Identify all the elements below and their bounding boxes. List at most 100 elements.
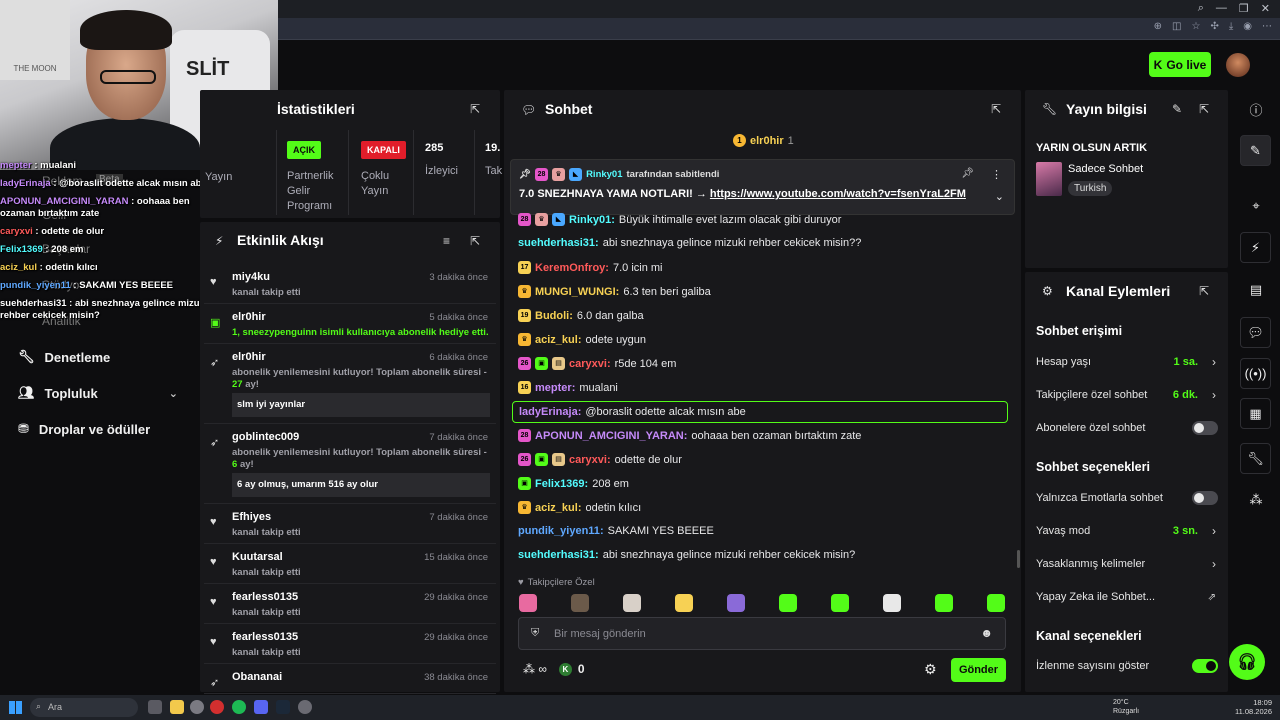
search-icon[interactable]: ⌕ xyxy=(1198,2,1204,15)
chat-username[interactable]: mepter: xyxy=(535,382,575,394)
chat-message[interactable]: suehderhasi31: abi snezhnaya gelince mizu… xyxy=(518,549,855,561)
weather-widget[interactable]: 20°C Rüzgarlı xyxy=(1113,698,1139,716)
pinned-message[interactable]: 📌︎ 28 ♛ ◣ Rinky01 tarafından sabitlendi … xyxy=(510,159,1015,215)
lightning-icon[interactable]: ⚡︎ xyxy=(1240,232,1271,263)
activity-row[interactable]: ♥ miy4ku 3 dakika önce kanalı takip etti xyxy=(204,264,496,304)
gear-icon[interactable]: ⚙ xyxy=(924,661,937,678)
chat-message[interactable]: 26 ▣ ▤ caryxvi: odette de olur xyxy=(518,453,682,466)
obs-icon[interactable] xyxy=(298,700,312,714)
chat-message[interactable]: suehderhasi31: abi snezhnaya gelince mizu… xyxy=(518,237,861,249)
chat-message[interactable]: 28 ♛ ◣ Rinky01: Büyük ihtimalle evet lazım o… xyxy=(518,213,841,226)
opera-icon[interactable] xyxy=(210,700,224,714)
show-views-row[interactable]: İzlenme sayısını göster xyxy=(1036,659,1218,673)
activity-row[interactable]: ♥ fearless0135 29 dakika önce kanalı takip … xyxy=(204,584,496,624)
chat-input-box[interactable]: ⛨ Bir mesaj gönderin ☻ xyxy=(518,617,1006,650)
chat-username[interactable]: caryxvi: xyxy=(569,454,611,466)
emotes-only-toggle[interactable] xyxy=(1192,491,1218,505)
send-button[interactable]: Gönder xyxy=(951,658,1006,682)
chat-message[interactable]: ♛ aciz_kul: odetin kılıcı xyxy=(518,501,641,514)
activity-row[interactable]: ➶ Obananai 38 dakika önce xyxy=(204,664,496,694)
activity-row[interactable]: ▣ elr0hir 5 dakika önce 1, sneezypenguinn i… xyxy=(204,304,496,344)
user-avatar[interactable] xyxy=(1226,53,1250,77)
chat-username[interactable]: ladyErinaja: xyxy=(519,406,581,418)
chat-message[interactable]: ladyErinaja: @boraslit odette alcak mısın… xyxy=(512,401,1008,423)
category-thumbnail[interactable] xyxy=(1036,162,1062,196)
subscribers-only-toggle[interactable] xyxy=(1192,421,1218,435)
followers-only-row[interactable]: Takipçilere özel sohbet 6 dk. › xyxy=(1036,388,1218,402)
document-icon[interactable]: ▤ xyxy=(1246,280,1266,300)
unpin-icon[interactable]: 📌︎ xyxy=(961,168,974,179)
chat-message[interactable]: 19 Budoli: 6.0 dan galba xyxy=(518,309,644,322)
wrench-icon[interactable]: 🔧︎ xyxy=(1240,443,1271,474)
discord-icon[interactable] xyxy=(254,700,268,714)
emoji-icon[interactable]: ☻ xyxy=(980,626,993,640)
layout-icon[interactable]: ▦ xyxy=(1240,398,1271,429)
activity-username[interactable]: Efhiyes xyxy=(232,511,271,523)
sidebar-item-community[interactable]: 👥︎ Topluluk ⌄ xyxy=(18,385,178,401)
close-button[interactable]: ✕ xyxy=(1261,2,1270,15)
activity-username[interactable]: goblintec009 xyxy=(232,431,299,443)
chat-message[interactable]: 16 mepter: mualani xyxy=(518,381,618,394)
filter-icon[interactable]: ≡ xyxy=(443,234,455,248)
chat-message[interactable]: ♛ aciz_kul: odete uygun xyxy=(518,333,646,346)
activity-username[interactable]: miy4ku xyxy=(232,271,270,283)
sidebar-item-moderation[interactable]: 🔧︎ Denetleme xyxy=(18,349,178,365)
chat-username[interactable]: APONUN_AMCIGINI_YARAN: xyxy=(535,430,687,442)
zoom-icon[interactable]: ⊕ xyxy=(1154,21,1162,32)
chat-username[interactable]: KeremOnfroy: xyxy=(535,262,609,274)
apps-icon[interactable]: ⁂ xyxy=(1246,490,1266,510)
star-icon[interactable]: ☆ xyxy=(1191,21,1200,32)
activity-username[interactable]: Obananai xyxy=(232,671,282,683)
chat-username[interactable]: pundik_yiyen11: xyxy=(518,525,604,537)
category-name[interactable]: Sadece Sohbet xyxy=(1068,163,1143,175)
popout-icon[interactable]: ⇱ xyxy=(1199,284,1211,298)
file-explorer-icon[interactable] xyxy=(170,700,184,714)
broadcast-icon[interactable]: ((•)) xyxy=(1240,358,1271,389)
chat-username[interactable]: aciz_kul: xyxy=(535,334,581,346)
spotify-icon[interactable] xyxy=(232,700,246,714)
popout-icon[interactable]: ⇱ xyxy=(1199,102,1211,116)
points-display[interactable]: K 0 xyxy=(558,662,585,676)
emote-button[interactable] xyxy=(935,594,953,612)
edit-icon[interactable]: ✎ xyxy=(1172,102,1184,116)
emote-button[interactable] xyxy=(727,594,745,612)
chat-message[interactable]: 28 APONUN_AMCIGINI_YARAN: oohaaa ben ozama… xyxy=(518,429,861,442)
chat-username[interactable]: Felix1369: xyxy=(535,478,588,490)
activity-username[interactable]: elr0hir xyxy=(232,351,266,363)
subscribers-only-row[interactable]: Abonelere özel sohbet xyxy=(1036,421,1218,435)
emote-button[interactable] xyxy=(623,594,641,612)
banned-words-row[interactable]: Yasaklanmış kelimeler › xyxy=(1036,557,1218,571)
chat-username[interactable]: aciz_kul: xyxy=(535,502,581,514)
chat-message[interactable]: ♛ MUNGI_WUNGI: 6.3 ten beri galiba xyxy=(518,285,711,298)
chat-bubble-icon[interactable]: 💬︎ xyxy=(1240,317,1271,348)
crosshair-icon[interactable]: ⌖ xyxy=(1246,196,1266,216)
puzzle-icon[interactable]: ✣ xyxy=(1210,21,1218,32)
emote-button[interactable] xyxy=(519,594,537,612)
activity-row[interactable]: ➶ goblintec009 7 dakika önce abonelik yenil… xyxy=(204,424,496,504)
settings-app-icon[interactable] xyxy=(190,700,204,714)
pinned-link[interactable]: https://www.youtube.com/watch?v=fsenYraL… xyxy=(710,188,966,200)
chat-username[interactable]: suehderhasi31: xyxy=(518,237,599,249)
menu-icon[interactable]: ⋯ xyxy=(1262,21,1272,32)
show-views-toggle[interactable] xyxy=(1192,659,1218,673)
emote-button[interactable] xyxy=(883,594,901,612)
pencil-icon[interactable]: ✎ xyxy=(1240,135,1271,166)
chat-username[interactable]: MUNGI_WUNGI: xyxy=(535,286,619,298)
emote-button[interactable] xyxy=(779,594,797,612)
slow-mode-row[interactable]: Yavaş mod 3 sn. › xyxy=(1036,524,1218,538)
activity-row[interactable]: ♥ fearless0135 29 dakika önce kanalı takip … xyxy=(204,624,496,664)
emotes-only-row[interactable]: Yalnızca Emotlarla sohbet xyxy=(1036,491,1218,505)
chat-message[interactable]: pundik_yiyen11: SAKAMI YES BEEEE xyxy=(518,525,714,537)
chat-message[interactable]: 26 ▣ ▤ caryxvi: r5de 104 em xyxy=(518,357,676,370)
chat-username[interactable]: caryxvi: xyxy=(569,358,611,370)
activity-username[interactable]: Kuutarsal xyxy=(232,551,283,563)
chat-input[interactable]: Bir mesaj gönderin xyxy=(554,628,646,640)
chevron-down-icon[interactable]: ⌄ xyxy=(995,190,1004,203)
chat-message[interactable]: ▣ Felix1369: 208 em xyxy=(518,477,629,490)
ai-chat-row[interactable]: Yapay Zeka ile Sohbet... ⇗ xyxy=(1036,591,1218,603)
taskbar-clock[interactable]: 18:09 11.08.2026 xyxy=(1235,698,1272,716)
taskbar-search[interactable]: ⌕ Ara xyxy=(30,698,138,717)
download-icon[interactable]: ⤓ xyxy=(1229,21,1233,32)
popout-icon[interactable]: ⇱ xyxy=(470,234,482,248)
chat-username[interactable]: Budoli: xyxy=(535,310,573,322)
